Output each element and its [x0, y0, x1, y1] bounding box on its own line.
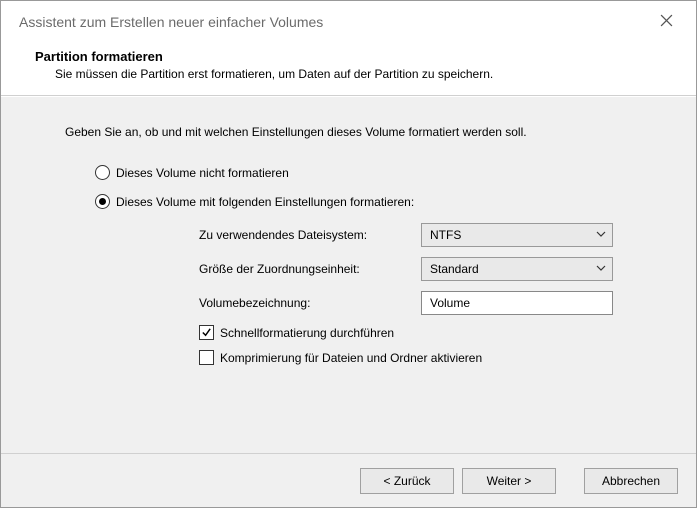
volumelabel-label: Volumebezeichnung:: [199, 296, 421, 310]
row-filesystem: Zu verwendendes Dateisystem: NTFS: [199, 223, 678, 247]
cancel-button[interactable]: Abbrechen: [584, 468, 678, 494]
wizard-footer: < Zurück Weiter > Abbrechen: [1, 453, 696, 507]
chevron-down-icon: [596, 262, 606, 276]
radio-no-format-label: Dieses Volume nicht formatieren: [116, 166, 289, 180]
format-settings-form: Zu verwendendes Dateisystem: NTFS Größe …: [95, 223, 678, 315]
titlebar: Assistent zum Erstellen neuer einfacher …: [1, 1, 696, 43]
row-allocation: Größe der Zuordnungseinheit: Standard: [199, 257, 678, 281]
format-options: Schnellformatierung durchführen Komprimi…: [95, 325, 678, 365]
back-button[interactable]: < Zurück: [360, 468, 454, 494]
radio-icon: [95, 194, 110, 209]
wizard-content: Geben Sie an, ob und mit welchen Einstel…: [1, 96, 696, 453]
radio-no-format[interactable]: Dieses Volume nicht formatieren: [95, 165, 678, 180]
compression-label: Komprimierung für Dateien und Ordner akt…: [220, 351, 482, 365]
format-radio-group: Dieses Volume nicht formatieren Dieses V…: [19, 165, 678, 365]
page-title: Partition formatieren: [35, 49, 678, 64]
allocation-value: Standard: [430, 262, 479, 276]
close-icon: [660, 14, 673, 30]
filesystem-label: Zu verwendendes Dateisystem:: [199, 228, 421, 242]
wizard-header: Partition formatieren Sie müssen die Par…: [1, 43, 696, 96]
wizard-window: Assistent zum Erstellen neuer einfacher …: [0, 0, 697, 508]
row-volume-label: Volumebezeichnung:: [199, 291, 678, 315]
volumelabel-input[interactable]: [421, 291, 613, 315]
radio-format-with-settings[interactable]: Dieses Volume mit folgenden Einstellunge…: [95, 194, 678, 209]
page-subtitle: Sie müssen die Partition erst formatiere…: [35, 67, 678, 81]
next-button[interactable]: Weiter >: [462, 468, 556, 494]
checkbox-icon: [199, 325, 214, 340]
instruction-text: Geben Sie an, ob und mit welchen Einstel…: [19, 125, 678, 139]
checkbox-compression[interactable]: Komprimierung für Dateien und Ordner akt…: [199, 350, 678, 365]
radio-icon: [95, 165, 110, 180]
chevron-down-icon: [596, 228, 606, 242]
checkbox-quick-format[interactable]: Schnellformatierung durchführen: [199, 325, 678, 340]
quick-format-label: Schnellformatierung durchführen: [220, 326, 394, 340]
close-button[interactable]: [650, 8, 682, 36]
filesystem-value: NTFS: [430, 228, 461, 242]
filesystem-dropdown[interactable]: NTFS: [421, 223, 613, 247]
allocation-dropdown[interactable]: Standard: [421, 257, 613, 281]
radio-format-with-label: Dieses Volume mit folgenden Einstellunge…: [116, 195, 414, 209]
checkbox-icon: [199, 350, 214, 365]
allocation-label: Größe der Zuordnungseinheit:: [199, 262, 421, 276]
window-title: Assistent zum Erstellen neuer einfacher …: [19, 14, 323, 30]
